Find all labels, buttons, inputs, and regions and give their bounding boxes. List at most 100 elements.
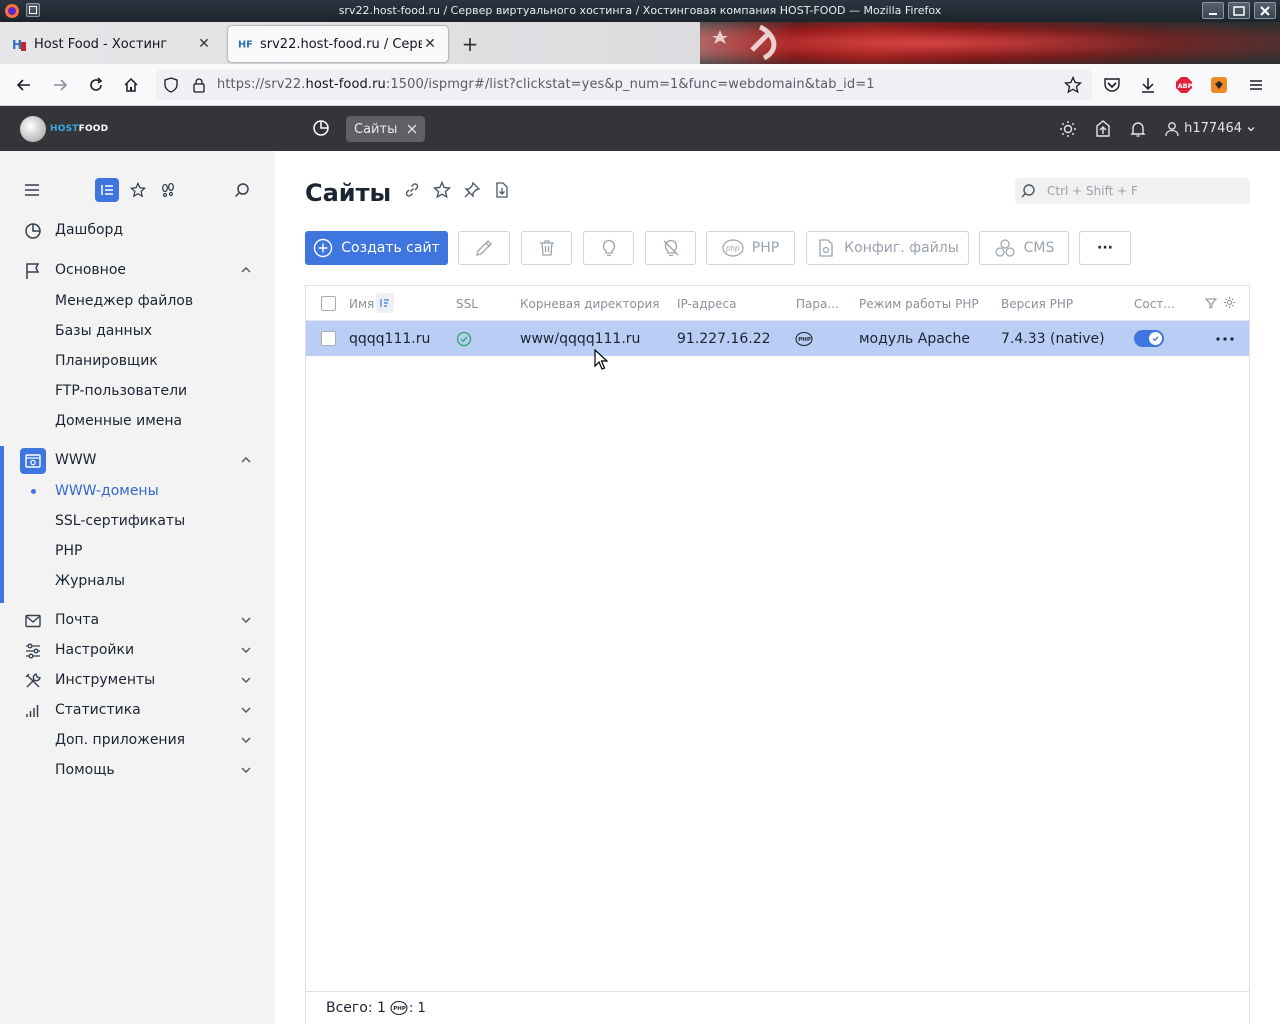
bookmark-star-icon[interactable] — [1064, 76, 1082, 94]
back-icon[interactable] — [12, 73, 36, 97]
sidebar-item-www[interactable]: WWW — [0, 446, 275, 476]
sidebar-item-extra-apps[interactable]: Доп. приложения — [0, 726, 275, 756]
hostfood-logo[interactable]: HOSTFOOD — [20, 116, 108, 142]
row-actions-icon[interactable] — [1216, 337, 1234, 341]
forward-icon[interactable] — [48, 73, 72, 97]
menu-collapse-icon[interactable] — [20, 178, 44, 202]
row-checkbox[interactable] — [321, 331, 336, 346]
favorite-star-icon[interactable] — [433, 181, 451, 199]
theme-sun-icon[interactable] — [1059, 120, 1077, 138]
hf-blue-icon: HF — [238, 36, 254, 52]
search-input[interactable]: Ctrl + Shift + F — [1015, 178, 1250, 204]
sidebar-item-help[interactable]: Помощь — [0, 756, 275, 786]
tab-label: Host Food - Хостинг — [34, 36, 168, 52]
chevron-down-icon[interactable] — [240, 644, 252, 656]
link-icon[interactable] — [403, 181, 421, 199]
export-icon[interactable] — [493, 181, 511, 199]
hamburger-menu-icon[interactable] — [1244, 73, 1268, 97]
sidebar-subitem-ssl-certificates[interactable]: SSL-сертификаты — [55, 513, 185, 529]
sidebar-item-dashboard[interactable]: Дашборд — [0, 216, 275, 246]
cms-button[interactable]: CMS — [979, 231, 1069, 265]
sidebar-subitem-php[interactable]: PHP — [55, 543, 82, 559]
shield-icon[interactable] — [163, 77, 179, 93]
enable-button[interactable] — [583, 231, 634, 265]
table-row[interactable]: qqqq111.ru www/qqqq111.ru 91.227.16.22 P… — [306, 321, 1249, 356]
chevron-down-icon[interactable] — [240, 764, 252, 776]
filter-icon[interactable] — [1205, 297, 1217, 309]
more-actions-button[interactable]: ··· — [1079, 231, 1131, 265]
sidebar-subitem-ftp-users[interactable]: FTP-пользователи — [55, 383, 187, 399]
column-header-root-dir[interactable]: Корневая директория — [520, 297, 659, 311]
search-icon[interactable] — [230, 178, 254, 202]
config-files-button[interactable]: Конфиг. файлы — [806, 231, 969, 265]
tab-host-food[interactable]: H Host Food - Хостинг ✕ — [2, 26, 222, 62]
sidebar-item-main[interactable]: Основное — [0, 256, 275, 286]
minimize-button[interactable] — [1202, 2, 1224, 19]
reload-icon[interactable] — [84, 73, 108, 97]
status-toggle[interactable] — [1134, 330, 1164, 347]
lock-icon[interactable] — [191, 77, 207, 93]
sidebar-subitem-scheduler[interactable]: Планировщик — [55, 353, 158, 369]
maximize-button[interactable] — [1228, 2, 1250, 19]
chevron-up-icon[interactable] — [240, 264, 252, 276]
sidebar-item-settings[interactable]: Настройки — [0, 636, 275, 666]
close-chip-icon[interactable] — [407, 124, 417, 134]
sidebar-subitem-domain-names[interactable]: Доменные имена — [55, 413, 182, 429]
column-header-name[interactable]: Имя — [349, 297, 374, 311]
home-icon[interactable] — [119, 73, 143, 97]
sort-icon[interactable] — [376, 293, 394, 313]
php-button[interactable]: php PHP — [706, 231, 795, 265]
sidebar-subitem-databases[interactable]: Базы данных — [55, 323, 152, 339]
chip-label: Сайты — [354, 121, 398, 137]
url-bar[interactable]: https://srv22.host-food.ru:1500/ispmgr#/… — [156, 70, 1092, 100]
close-tab-icon[interactable]: ✕ — [196, 36, 212, 52]
select-all-checkbox[interactable] — [321, 296, 336, 311]
cell-name[interactable]: qqqq111.ru — [349, 331, 430, 347]
sidebar-subitem-logs[interactable]: Журналы — [55, 573, 125, 589]
disable-button[interactable] — [645, 231, 696, 265]
chevron-up-icon[interactable] — [240, 454, 252, 466]
chevron-down-icon[interactable] — [240, 674, 252, 686]
history-icon[interactable] — [311, 118, 331, 138]
tools-icon — [23, 671, 43, 691]
column-header-ssl[interactable]: SSL — [456, 297, 478, 311]
chevron-down-icon[interactable] — [240, 704, 252, 716]
plus-circle-icon — [314, 238, 333, 258]
main-content: Сайты Ctrl + Shift + F Создать сайт php … — [275, 151, 1280, 1024]
user-menu[interactable]: h177464 — [1164, 121, 1256, 137]
sidebar-item-mail[interactable]: Почта — [0, 606, 275, 636]
edit-button[interactable] — [458, 231, 510, 265]
close-tab-icon[interactable]: ✕ — [422, 36, 438, 52]
open-page-chip[interactable]: Сайты — [346, 116, 426, 142]
sidebar-item-statistics[interactable]: Статистика — [0, 696, 275, 726]
close-window-button[interactable] — [1254, 2, 1276, 19]
chevron-down-icon[interactable] — [240, 614, 252, 626]
upload-icon[interactable] — [1094, 119, 1112, 138]
sidebar-item-tools[interactable]: Инструменты — [0, 666, 275, 696]
tab-srv22[interactable]: HF srv22.host-food.ru / Сервер ✕ — [228, 26, 448, 62]
downloads-icon[interactable] — [1136, 73, 1160, 97]
create-site-button[interactable]: Создать сайт — [305, 231, 448, 265]
pin-icon[interactable] — [463, 181, 481, 199]
adblock-icon[interactable]: ABP — [1172, 73, 1196, 97]
delete-button[interactable] — [521, 231, 572, 265]
bell-icon[interactable] — [1129, 120, 1147, 138]
sidebar-subitem-www-domains[interactable]: WWW-домены — [55, 483, 159, 499]
footprints-icon[interactable] — [156, 178, 180, 202]
list-view-icon[interactable] — [95, 178, 119, 202]
pocket-icon[interactable] — [1100, 73, 1124, 97]
favorites-star-icon[interactable] — [126, 178, 150, 202]
extension-icon[interactable] — [1207, 73, 1231, 97]
new-tab-button[interactable]: + — [458, 32, 482, 56]
column-header-php-mode[interactable]: Режим работы PHP — [859, 297, 979, 311]
column-header-php-version[interactable]: Версия PHP — [1001, 297, 1073, 311]
column-header-ip[interactable]: IP-адреса — [677, 297, 736, 311]
chevron-down-icon — [1247, 126, 1255, 131]
chevron-down-icon[interactable] — [240, 734, 252, 746]
page-title: Сайты — [305, 179, 392, 207]
sidebar: Дашборд Основное Менеджер файлов Базы да… — [0, 151, 275, 1024]
column-header-params[interactable]: Пара... — [796, 297, 839, 311]
column-header-status[interactable]: Сост... — [1134, 297, 1175, 311]
sidebar-subitem-file-manager[interactable]: Менеджер файлов — [55, 293, 193, 309]
column-settings-gear-icon[interactable] — [1223, 296, 1236, 309]
